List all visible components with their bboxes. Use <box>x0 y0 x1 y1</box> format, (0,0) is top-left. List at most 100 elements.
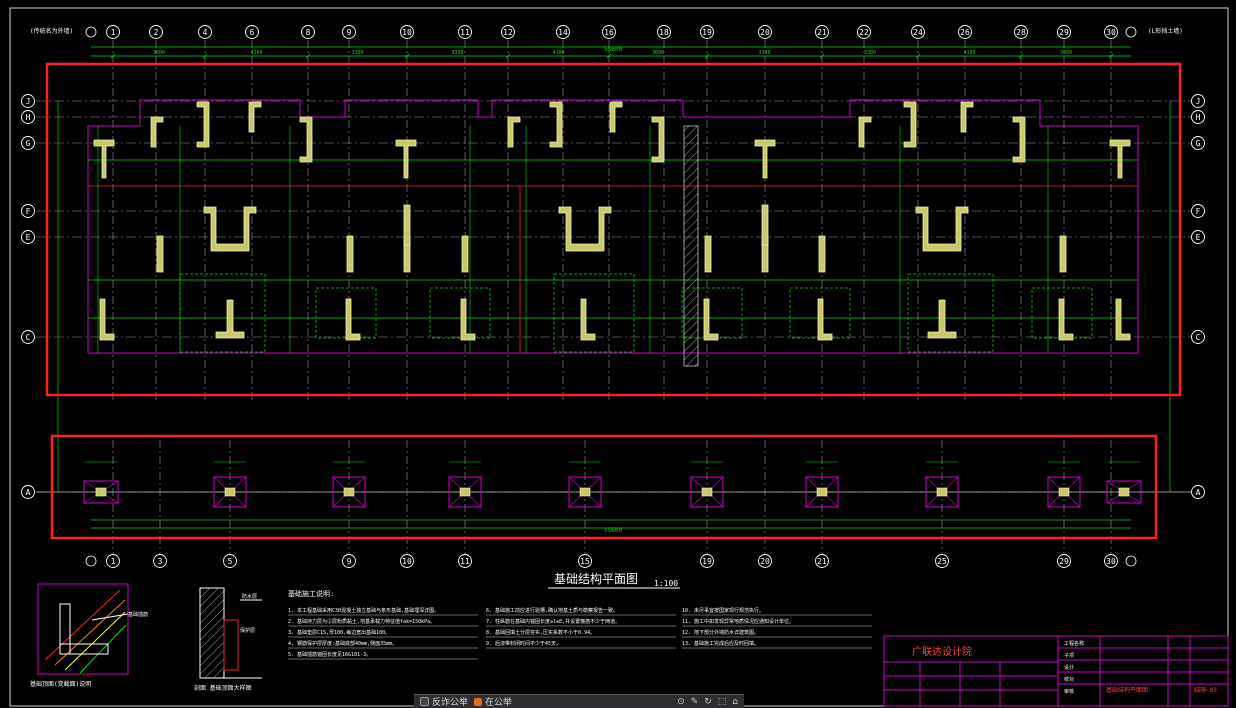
note-line: 2. 基础持力层为②层粉质黏土,地基承载力特征值fak=150kPa。 <box>288 618 435 625</box>
wall <box>395 139 417 179</box>
tool-icon-5[interactable]: ⌂ <box>732 697 738 707</box>
axis-label: 6 <box>250 28 255 37</box>
axis-label: 14 <box>558 28 568 37</box>
axis-label: 1 <box>111 557 116 566</box>
wall <box>818 235 826 273</box>
tool-icon-4[interactable]: ⬚ <box>718 697 727 707</box>
title-block-row: 设计 <box>1064 664 1074 671</box>
wall <box>461 235 469 273</box>
note-line: 1. 本工程基础采用C30混凝土独立基础与条形基础,基础埋深详图。 <box>288 607 439 614</box>
footing-outline <box>429 287 491 339</box>
column <box>816 487 828 497</box>
cad-drawing-canvas[interactable]: 1 2 4 6 8 9 10 11 12 14 16 18 19 20 21 22 24 26 28 29 301 3 5 9… <box>0 0 1236 708</box>
axis-label: 19 <box>702 557 712 566</box>
wall <box>345 298 361 341</box>
dim-span-label: 3300 <box>864 50 876 56</box>
axis-label: 24 <box>913 28 923 37</box>
title-block-drawing-name: 基础结构平面图 <box>1106 686 1148 694</box>
taskbar-item-1-label: 反诈公举 <box>432 697 469 707</box>
axis-label: J <box>26 97 31 106</box>
note-line: 9. 后浇带封闭时间不少于45天。 <box>486 640 561 647</box>
wall <box>99 298 115 341</box>
axis-label: J <box>1196 97 1201 106</box>
taskbar-item-1[interactable]: 反诈公举 <box>420 695 468 708</box>
dim-span-label: 4100 <box>552 50 564 56</box>
footing-outline <box>907 273 994 353</box>
dim-span-label: 3600 <box>1060 50 1072 56</box>
wall <box>460 298 476 341</box>
axis-label: E <box>1196 233 1201 242</box>
wall <box>580 298 596 341</box>
dim-span-label: 4100 <box>250 50 262 56</box>
axis-label: 8 <box>306 28 311 37</box>
wall <box>817 298 833 341</box>
tool-icon-1[interactable]: ⊙ <box>677 697 685 707</box>
taskbar-item-2[interactable]: 在公举 <box>474 695 512 708</box>
note-line: 13. 基础施工完成后应及时回填。 <box>682 640 759 647</box>
section-b-caption: 剖面 基础顶面大样图 <box>194 684 252 692</box>
note-line: 11. 施工中如发现异常地质情况应通知设计单位。 <box>682 618 794 625</box>
axis-label: 30 <box>1106 28 1116 37</box>
axis-label: 25 <box>937 557 947 566</box>
axis-label: 21 <box>817 557 827 566</box>
top-left-label: (传统名为外墙) <box>30 27 73 35</box>
wall <box>761 204 769 246</box>
column <box>224 487 236 497</box>
dim-span-label: 4100 <box>963 50 975 56</box>
axis-label: 5 <box>228 557 233 566</box>
column <box>936 487 948 497</box>
shear-walls <box>93 101 1131 341</box>
axis-label: G <box>1196 139 1201 148</box>
title-block-row: 子项 <box>1064 652 1074 659</box>
title-block-company: 广联达设计院 <box>912 645 972 658</box>
wall <box>203 206 257 252</box>
axis-label: 11 <box>460 28 470 37</box>
wall <box>346 235 354 273</box>
dim-span-label: 3300 <box>351 50 363 56</box>
axis-label: C <box>26 333 31 342</box>
note-line: 6. 基础施工前应进行验槽,确认地基土质与勘察报告一致。 <box>486 607 618 614</box>
wall <box>651 116 665 163</box>
title-block-row: 工程名称 <box>1064 640 1084 647</box>
wall <box>299 116 313 163</box>
column <box>95 487 107 497</box>
axis-label: 20 <box>760 557 770 566</box>
column <box>1118 487 1130 497</box>
wall-section-detail: 防水层 保护层 <box>199 587 262 679</box>
axis-label: 30 <box>1106 557 1116 566</box>
total-dim-bottom: 55600 <box>604 527 622 534</box>
axis-bubble-small <box>85 26 97 38</box>
axis-label: 22 <box>859 28 869 37</box>
section-a-caption: 基础顶面(变截面)说明 <box>30 680 91 688</box>
axis-label: 10 <box>402 557 412 566</box>
tool-icon-3[interactable]: ↻ <box>704 697 712 707</box>
axis-label: 18 <box>659 28 669 37</box>
note-line: 4. 钢筋保护层厚度:基础底部40mm,侧面35mm。 <box>288 640 397 647</box>
orange-icon <box>474 697 483 706</box>
axis-label: A <box>26 488 31 497</box>
corner-detail: 基础插筋 <box>37 583 148 675</box>
axis-bubble-small <box>1125 555 1137 567</box>
note-line: 8. 基础回填土分层夯实,压实系数不小于0.94。 <box>486 629 595 636</box>
wall <box>156 235 164 273</box>
plan-scale: 1:100 <box>654 579 678 588</box>
wall <box>704 235 712 273</box>
axis-bubble-small <box>1125 26 1137 38</box>
wall <box>858 116 872 148</box>
taskbar-item-2-label: 在公举 <box>485 697 513 707</box>
axis-label: 4 <box>203 28 208 37</box>
wall <box>1109 139 1131 179</box>
wall <box>549 101 563 148</box>
axis-label: 11 <box>460 557 470 566</box>
wall <box>403 204 411 246</box>
axis-label: 1 <box>111 28 116 37</box>
top-right-label: (L形挡土墙) <box>1148 27 1183 35</box>
title-block-row: 校对 <box>1064 676 1074 683</box>
wall <box>754 139 776 179</box>
tool-icon-2[interactable]: ✎ <box>691 697 699 707</box>
notes-column-2: 6. 基础施工前应进行验槽,确认地基土质与勘察报告一致。 7. 柱纵筋在基础内锚固… <box>486 607 676 649</box>
wall <box>1059 235 1067 273</box>
total-dim-top: 55600 <box>604 46 622 53</box>
axis-label: F <box>1196 207 1201 216</box>
wall <box>915 206 969 252</box>
